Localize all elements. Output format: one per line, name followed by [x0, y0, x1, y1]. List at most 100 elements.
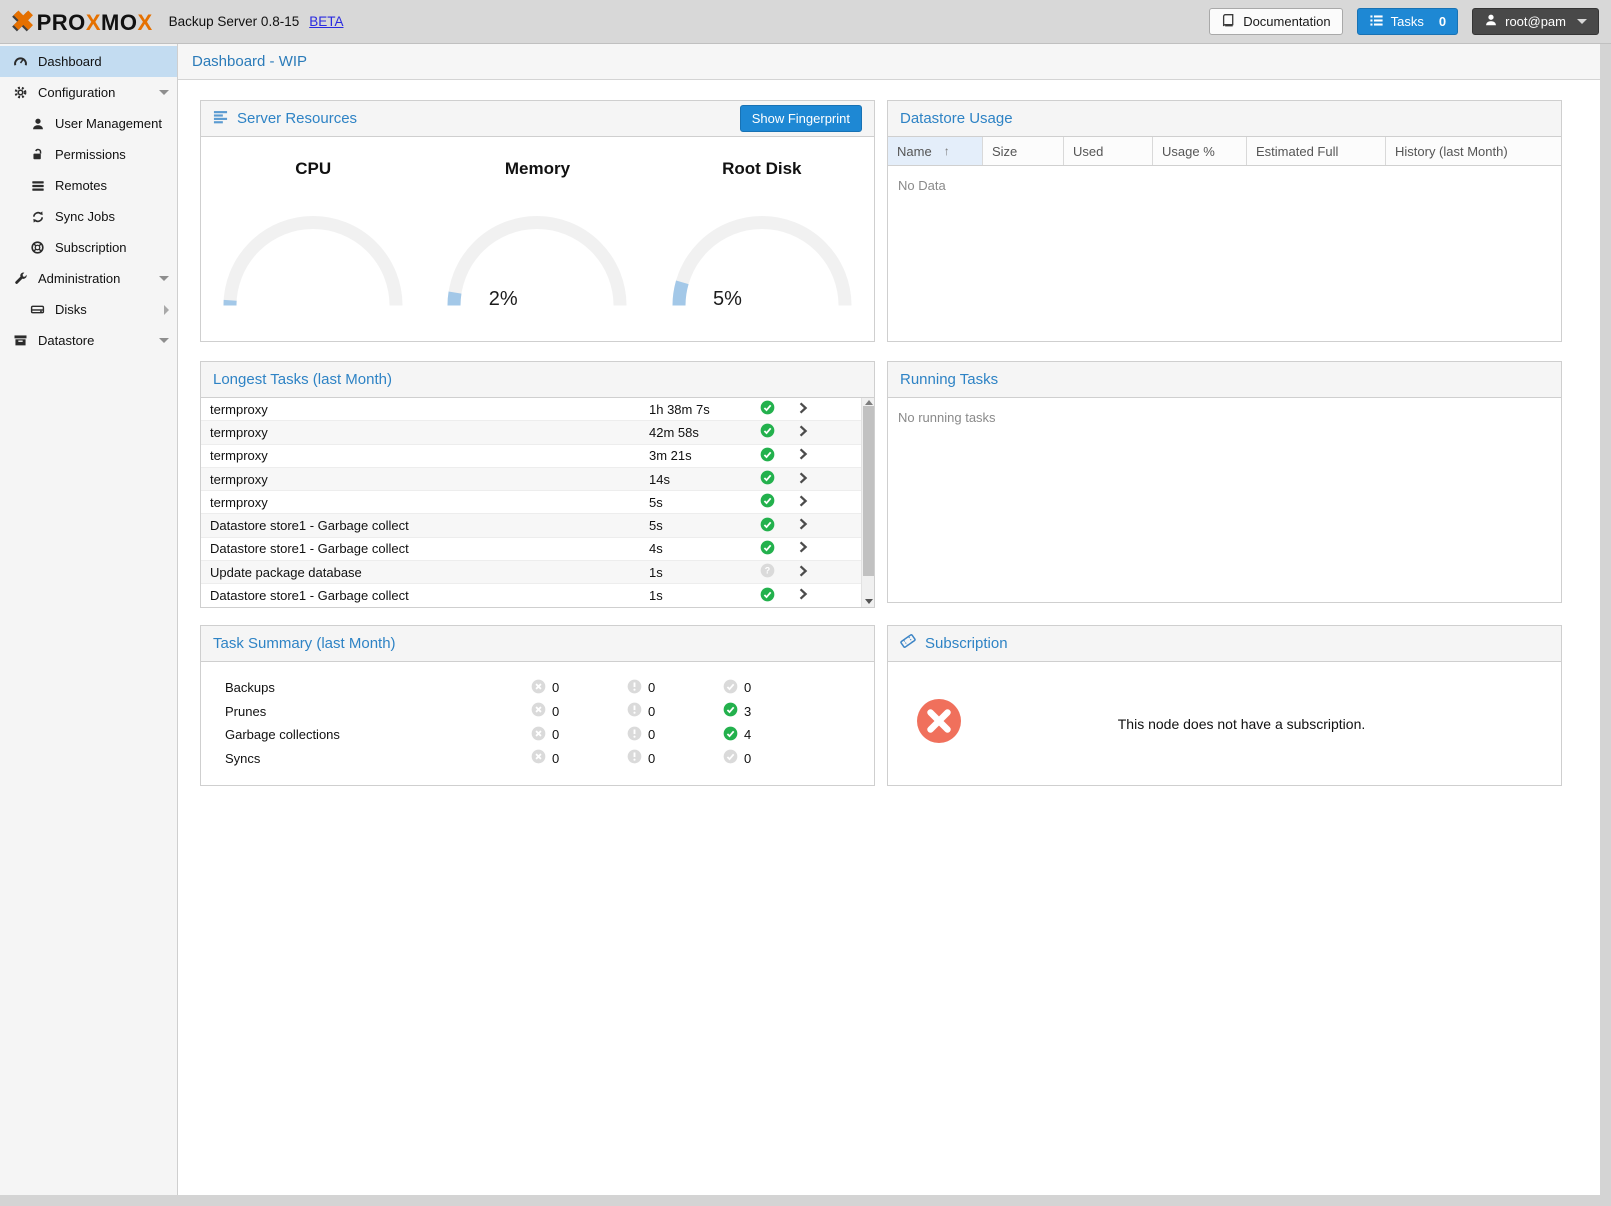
sidebar-item-label: Disks: [55, 302, 87, 317]
beta-link[interactable]: BETA: [309, 14, 343, 29]
task-row[interactable]: Datastore store1 - Garbage collect1s: [201, 584, 861, 607]
summary-row-syncs: Syncs000: [201, 747, 874, 771]
warning-count-icon: [627, 702, 642, 720]
sort-asc-icon: ↑: [944, 144, 950, 158]
scrollbar[interactable]: [861, 398, 874, 607]
task-row[interactable]: termproxy42m 58s: [201, 421, 861, 444]
gauge-label: CPU: [213, 159, 413, 179]
status-ok-icon: [760, 447, 775, 465]
sidebar-item-configuration[interactable]: Configuration: [0, 77, 177, 108]
chevron-right-icon: [796, 587, 810, 604]
open-task-button[interactable]: [785, 494, 821, 511]
open-task-button[interactable]: [785, 587, 821, 604]
open-task-button[interactable]: [785, 564, 821, 581]
status-ok-icon: [760, 493, 775, 511]
sidebar-item-permissions[interactable]: Permissions: [0, 139, 177, 170]
status-ok-icon: [760, 517, 775, 535]
task-row[interactable]: termproxy5s: [201, 491, 861, 514]
sidebar-item-label: Remotes: [55, 178, 107, 193]
ok-count: 0: [744, 751, 751, 766]
status-ok-icon: [760, 423, 775, 441]
cogs-icon: [12, 85, 29, 100]
open-task-button[interactable]: [785, 424, 821, 441]
chevron-right-icon: [796, 471, 810, 488]
tasks-button[interactable]: Tasks 0: [1357, 8, 1458, 35]
sidebar-item-datastore[interactable]: Datastore: [0, 325, 177, 356]
task-name: Datastore store1 - Garbage collect: [210, 518, 649, 533]
proxmox-x-logo-icon: ✖: [12, 8, 35, 35]
column-header-usage-[interactable]: Usage %: [1153, 137, 1247, 165]
column-header-history-last-month-[interactable]: History (last Month): [1386, 137, 1561, 165]
task-duration: 1h 38m 7s: [649, 402, 749, 417]
task-name: termproxy: [210, 402, 649, 417]
task-row[interactable]: Datastore store1 - Garbage collect4s: [201, 538, 861, 561]
user-menu-button[interactable]: root@pam: [1472, 8, 1599, 35]
task-list-icon: [1369, 13, 1384, 31]
summary-row-garbage-collections: Garbage collections004: [201, 723, 874, 747]
open-task-button[interactable]: [785, 517, 821, 534]
sidebar-item-user-management[interactable]: User Management: [0, 108, 177, 139]
user-icon: [1484, 13, 1498, 30]
column-header-used[interactable]: Used: [1064, 137, 1153, 165]
ok-count-icon: [723, 679, 738, 697]
column-header-name[interactable]: Name↑: [888, 137, 983, 165]
ok-count-icon: [723, 749, 738, 767]
column-header-size[interactable]: Size: [983, 137, 1064, 165]
sidebar-item-subscription[interactable]: Subscription: [0, 232, 177, 263]
error-count-icon: [531, 749, 546, 767]
ticket-icon: [900, 633, 916, 654]
chevron-down-icon: [159, 276, 169, 281]
open-task-button[interactable]: [785, 540, 821, 557]
sidebar-item-label: Datastore: [38, 333, 94, 348]
error-count-icon: [531, 702, 546, 720]
sidebar-item-dashboard[interactable]: Dashboard: [0, 46, 177, 77]
open-task-button[interactable]: [785, 447, 821, 464]
sidebar-item-remotes[interactable]: Remotes: [0, 170, 177, 201]
show-fingerprint-button[interactable]: Show Fingerprint: [740, 105, 862, 132]
page-title: Dashboard - WIP: [192, 53, 307, 70]
status-ok-icon: [760, 540, 775, 558]
task-row[interactable]: termproxy3m 21s: [201, 445, 861, 468]
task-duration: 42m 58s: [649, 425, 749, 440]
documentation-button[interactable]: Documentation: [1209, 8, 1342, 35]
open-task-button[interactable]: [785, 401, 821, 418]
book-icon: [1221, 13, 1236, 31]
server-resources-panel: Server Resources Show Fingerprint CPU2%M…: [200, 100, 875, 342]
warning-count-icon: [627, 726, 642, 744]
scroll-down-icon[interactable]: [865, 599, 873, 604]
sidebar-item-label: Administration: [38, 271, 120, 286]
top-bar: ✖ PROXMOX Backup Server 0.8-15 BETA Docu…: [0, 0, 1611, 44]
status-ok-icon: [760, 587, 775, 605]
tasks-count-badge: 0: [1439, 14, 1446, 29]
server-resources-title: Server Resources: [237, 110, 357, 127]
task-name: Update package database: [210, 565, 649, 580]
scroll-up-icon[interactable]: [865, 400, 873, 405]
task-row[interactable]: termproxy14s: [201, 468, 861, 491]
chevron-right-icon: [796, 401, 810, 418]
column-header-estimated-full[interactable]: Estimated Full: [1247, 137, 1386, 165]
error-count-icon: [531, 679, 546, 697]
task-row[interactable]: Update package database1s?: [201, 561, 861, 584]
gauge-arc: 5%: [442, 209, 632, 309]
sidebar-item-sync-jobs[interactable]: Sync Jobs: [0, 201, 177, 232]
chevron-down-icon: [1577, 19, 1587, 24]
warning-count: 0: [648, 680, 655, 695]
gauge-label: Memory: [437, 159, 637, 179]
task-name: Datastore store1 - Garbage collect: [210, 541, 649, 556]
task-name: Datastore store1 - Garbage collect: [210, 588, 649, 603]
error-count: 0: [552, 751, 559, 766]
scrollbar-thumb[interactable]: [863, 406, 874, 576]
running-tasks-panel: Running Tasks No running tasks: [887, 361, 1562, 603]
task-row[interactable]: Datastore store1 - Garbage collect5s: [201, 514, 861, 537]
sidebar-item-administration[interactable]: Administration: [0, 263, 177, 294]
subscription-title: Subscription: [925, 635, 1008, 652]
task-row[interactable]: termproxy1h 38m 7s: [201, 398, 861, 421]
task-duration: 14s: [649, 472, 749, 487]
task-summary-panel: Task Summary (last Month) Backups000Prun…: [200, 625, 875, 786]
chevron-down-icon: [159, 90, 169, 95]
open-task-button[interactable]: [785, 471, 821, 488]
gauge-memory: Memory 5%: [437, 159, 637, 341]
bars-icon: [213, 109, 228, 129]
sidebar-item-disks[interactable]: Disks: [0, 294, 177, 325]
summary-label: Prunes: [225, 704, 531, 719]
